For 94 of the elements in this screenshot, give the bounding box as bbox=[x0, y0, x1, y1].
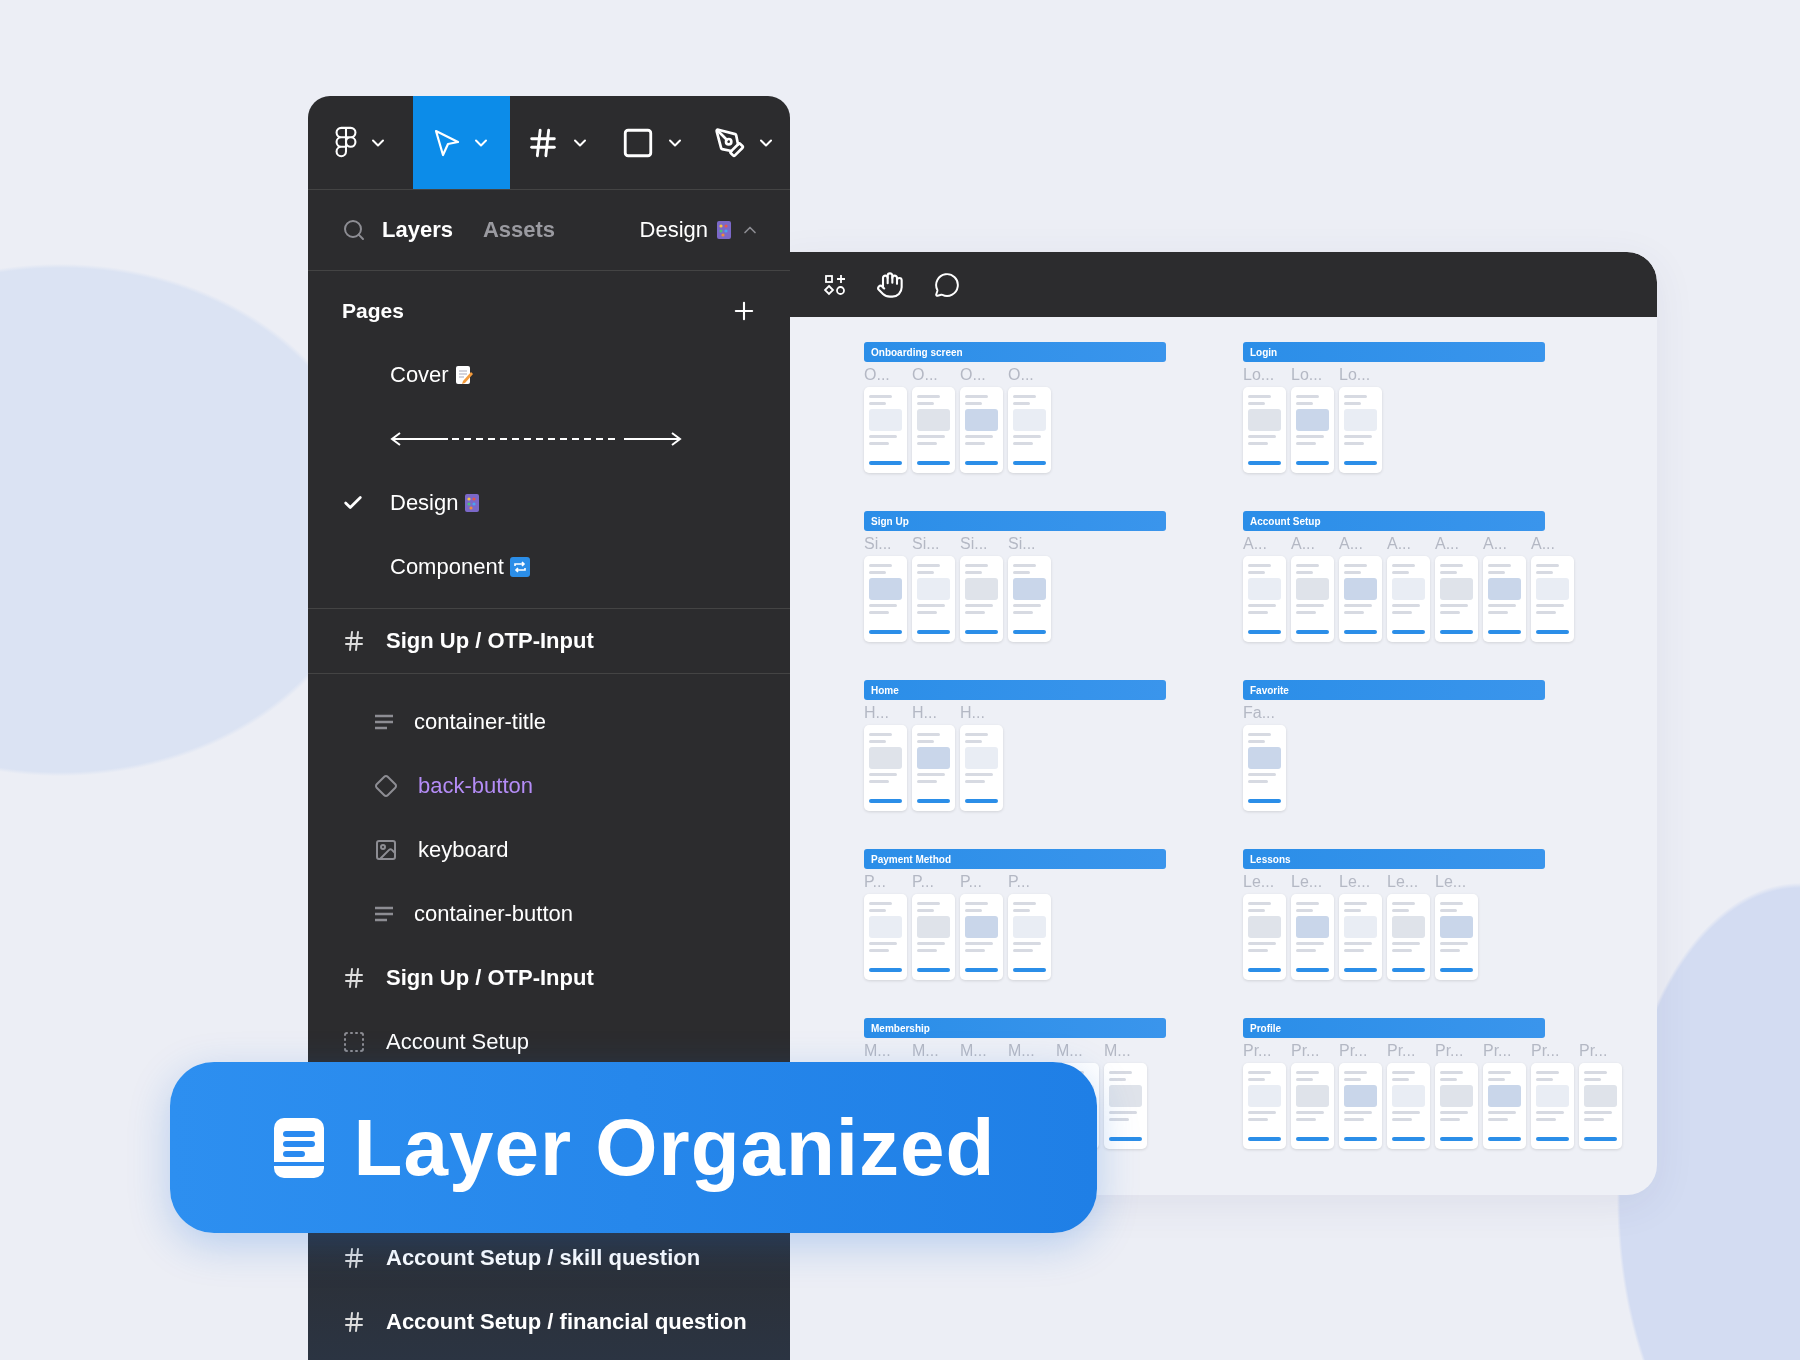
abacus-icon bbox=[716, 220, 732, 240]
frame-icon bbox=[342, 629, 366, 653]
layer-item[interactable]: Sign Up / OTP-Input bbox=[386, 628, 594, 654]
text-lines-icon bbox=[374, 714, 394, 730]
dashed-square-icon bbox=[342, 1030, 366, 1054]
layer-item[interactable]: container-button bbox=[414, 901, 573, 927]
section-header: Profile bbox=[1243, 1018, 1545, 1038]
frame-label: Pr... bbox=[1579, 1042, 1609, 1060]
frame-label: O... bbox=[960, 366, 987, 384]
layer-item[interactable]: Account Setup bbox=[386, 1029, 530, 1055]
pages-heading: Pages bbox=[342, 299, 404, 323]
shapes-icon bbox=[824, 273, 846, 296]
frame-label: P... bbox=[912, 873, 935, 891]
search-icon[interactable] bbox=[342, 218, 366, 242]
frame-label: Lo... bbox=[1243, 366, 1276, 384]
section-header: Account Setup bbox=[1243, 511, 1545, 531]
layer-item[interactable]: Account Setup / skill question bbox=[386, 1245, 701, 1271]
layer-item[interactable]: container-title bbox=[414, 709, 547, 735]
repeat-icon bbox=[509, 557, 530, 577]
banner-title: Layer Organized bbox=[353, 1101, 996, 1194]
frame-label: A... bbox=[1531, 535, 1556, 553]
frame-label: O... bbox=[1008, 366, 1035, 384]
frame-label: Si... bbox=[1008, 535, 1037, 553]
panel-tab[interactable]: Layers bbox=[382, 217, 453, 243]
frame-label: H... bbox=[960, 704, 986, 722]
comment-button[interactable] bbox=[934, 271, 960, 298]
layer-item[interactable]: keyboard bbox=[418, 837, 509, 863]
pointer-icon bbox=[432, 127, 461, 158]
frame-icon bbox=[342, 1310, 366, 1334]
frame-label: Si... bbox=[864, 535, 893, 553]
frame-label: Pr... bbox=[1435, 1042, 1465, 1060]
section-header: Onboarding screen bbox=[864, 342, 1166, 362]
panel-tab[interactable]: Assets bbox=[482, 217, 556, 243]
frame-label: A... bbox=[1387, 535, 1412, 553]
frame-label: Pr... bbox=[1291, 1042, 1321, 1060]
frame-label: P... bbox=[1008, 873, 1031, 891]
frame-label: Fa... bbox=[1243, 704, 1276, 722]
frame-label: M... bbox=[912, 1042, 940, 1060]
frame-label: A... bbox=[1435, 535, 1460, 553]
frame-label: A... bbox=[1483, 535, 1508, 553]
figma-logo-icon bbox=[333, 125, 358, 160]
memo-icon bbox=[454, 365, 473, 385]
section-header: Membership bbox=[864, 1018, 1166, 1038]
section-header: Payment Method bbox=[864, 849, 1166, 869]
section-header: Login bbox=[1243, 342, 1545, 362]
layer-item[interactable]: Account Setup / financial question bbox=[386, 1309, 747, 1335]
frame-label: O... bbox=[912, 366, 939, 384]
document-icon bbox=[271, 1115, 326, 1180]
frame-label: A... bbox=[1291, 535, 1316, 553]
frame-label: A... bbox=[1243, 535, 1268, 553]
frame-label: Pr... bbox=[1483, 1042, 1513, 1060]
page-item[interactable]: Cover bbox=[390, 362, 473, 388]
frame-label: Lo... bbox=[1291, 366, 1324, 384]
layer-item[interactable]: Sign Up / OTP-Input bbox=[386, 965, 594, 991]
frame-label: Le... bbox=[1243, 873, 1276, 891]
frame-label: M... bbox=[960, 1042, 988, 1060]
frame-label: Lo... bbox=[1339, 366, 1372, 384]
page-item[interactable]: Component bbox=[390, 554, 530, 580]
text-lines-icon bbox=[374, 906, 394, 922]
frame-label: Si... bbox=[960, 535, 989, 553]
page-item[interactable]: Design bbox=[390, 490, 481, 516]
page-switcher[interactable]: Design bbox=[639, 217, 760, 243]
diamond-icon bbox=[374, 774, 398, 798]
frame-icon bbox=[342, 1246, 366, 1270]
frame-label: Pr... bbox=[1339, 1042, 1369, 1060]
hand-tool-button[interactable] bbox=[876, 270, 904, 299]
frame-label: Pr... bbox=[1243, 1042, 1273, 1060]
frame-label: M... bbox=[1008, 1042, 1036, 1060]
section-header: Sign Up bbox=[864, 511, 1166, 531]
frame-label: Pr... bbox=[1531, 1042, 1561, 1060]
pen-icon bbox=[714, 126, 746, 159]
abacus-icon bbox=[464, 493, 481, 513]
frame-label: P... bbox=[960, 873, 983, 891]
frame-label: Le... bbox=[1435, 873, 1468, 891]
frame-label: A... bbox=[1339, 535, 1364, 553]
frame-label: M... bbox=[1056, 1042, 1084, 1060]
double-arrow-icon bbox=[390, 431, 682, 447]
frame-icon bbox=[342, 966, 366, 990]
frame-label: M... bbox=[1104, 1042, 1132, 1060]
frame-label: Le... bbox=[1339, 873, 1372, 891]
frame-label: H... bbox=[864, 704, 890, 722]
section-header: Favorite bbox=[1243, 680, 1545, 700]
frame-label: H... bbox=[912, 704, 938, 722]
frame-label: Le... bbox=[1387, 873, 1420, 891]
layer-item[interactable]: back-button bbox=[418, 773, 533, 799]
frame-label: Pr... bbox=[1387, 1042, 1417, 1060]
frame-label: P... bbox=[864, 873, 887, 891]
frame-label: Le... bbox=[1291, 873, 1324, 891]
section-header: Home bbox=[864, 680, 1166, 700]
image-icon bbox=[374, 838, 398, 862]
frame-label: M... bbox=[864, 1042, 892, 1060]
frame-label: Si... bbox=[912, 535, 941, 553]
frame-label: O... bbox=[864, 366, 891, 384]
section-header: Lessons bbox=[1243, 849, 1545, 869]
